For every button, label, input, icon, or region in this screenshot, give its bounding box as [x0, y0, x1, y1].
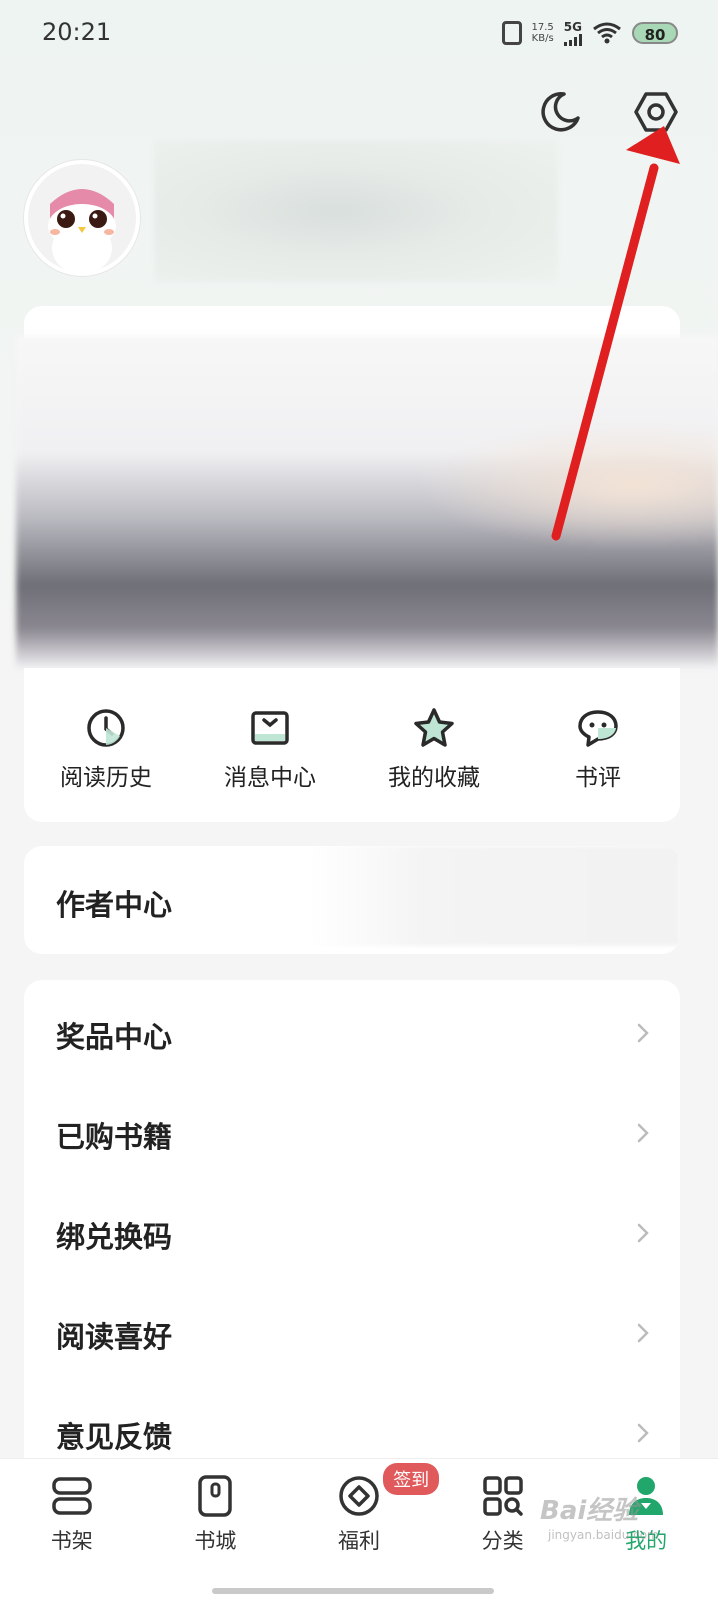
- menu-item-label: 意见反馈: [56, 1420, 173, 1454]
- author-center-blurred: [312, 846, 680, 946]
- author-center-label: 作者中心: [56, 888, 173, 922]
- menu-item-reading-preferences[interactable]: 阅读喜好: [24, 1280, 680, 1380]
- owl-avatar-icon: [28, 164, 136, 272]
- watermark: Bai经验: [540, 1496, 639, 1526]
- moon-icon[interactable]: [536, 88, 584, 136]
- quick-actions: 阅读历史 消息中心 我的收藏 书评: [24, 668, 680, 822]
- bookshelf-icon: [52, 1477, 92, 1515]
- menu-item-label: 已购书籍: [56, 1120, 173, 1154]
- tab-bookstore[interactable]: 书城: [144, 1459, 288, 1600]
- chevron-right-icon: [637, 1223, 649, 1243]
- menu-item-label: 绑兑换码: [56, 1220, 173, 1254]
- status-indicators: 17.5 KB/s 5G 80: [501, 20, 678, 46]
- tab-label: 书架: [50, 1529, 93, 1553]
- chat-bubble-icon: [578, 710, 618, 747]
- quick-action-message-center[interactable]: 消息中心: [188, 668, 352, 822]
- network-type: 5G: [563, 20, 582, 34]
- network-speed-unit: KB/s: [531, 33, 554, 44]
- signal-bars-icon: [563, 34, 582, 46]
- welfare-coin-icon: [339, 1476, 379, 1516]
- chevron-right-icon: [637, 1323, 649, 1343]
- wifi-icon: [593, 22, 621, 44]
- quick-action-label: 书评: [575, 765, 621, 791]
- star-icon: [414, 708, 454, 747]
- vibrate-icon: [501, 21, 522, 45]
- menu-item-purchased-books[interactable]: 已购书籍: [24, 1080, 680, 1180]
- user-info-blurred: [154, 140, 558, 282]
- gear-icon[interactable]: [632, 88, 680, 136]
- home-indicator: [212, 1588, 494, 1594]
- author-center-card[interactable]: 作者中心: [24, 846, 680, 954]
- tab-welfare[interactable]: 福利 签到: [287, 1459, 440, 1600]
- quick-action-label: 我的收藏: [388, 765, 480, 791]
- tab-label: 书城: [194, 1529, 237, 1553]
- battery-indicator: 80: [632, 22, 678, 44]
- chevron-right-icon: [637, 1023, 649, 1043]
- network-speed-value: 17.5: [531, 22, 554, 33]
- menu-item-label: 奖品中心: [56, 1020, 173, 1054]
- menu-item-label: 阅读喜好: [56, 1320, 173, 1354]
- category-grid-icon: [482, 1476, 523, 1516]
- network-speed: 17.5 KB/s: [532, 22, 554, 44]
- quick-action-favorites[interactable]: 我的收藏: [352, 668, 516, 822]
- quick-action-label: 消息中心: [224, 765, 316, 791]
- quick-action-label: 阅读历史: [60, 765, 152, 791]
- chevron-right-icon: [637, 1123, 649, 1143]
- menu-item-redeem-code[interactable]: 绑兑换码: [24, 1180, 680, 1280]
- tab-bookshelf[interactable]: 书架: [0, 1459, 144, 1600]
- clock-icon: [87, 709, 125, 747]
- bookstore-icon: [198, 1475, 233, 1517]
- status-time: 20:21: [42, 18, 112, 46]
- watermark-sub: jingyan.baidu.com: [548, 1528, 659, 1542]
- chevron-right-icon: [637, 1423, 649, 1443]
- menu-list: 奖品中心 已购书籍 绑兑换码 阅读喜好 意见反馈: [24, 980, 680, 1480]
- cellular-signal: 5G: [563, 20, 582, 46]
- quick-action-book-reviews[interactable]: 书评: [516, 668, 680, 822]
- tab-label: 分类: [481, 1529, 524, 1553]
- menu-item-prize-center[interactable]: 奖品中心: [24, 980, 680, 1080]
- quick-action-reading-history[interactable]: 阅读历史: [24, 668, 188, 822]
- mail-icon: [251, 711, 289, 745]
- banner-blurred[interactable]: [16, 336, 718, 668]
- tab-label: 福利: [337, 1529, 380, 1553]
- avatar[interactable]: [24, 160, 140, 276]
- status-bar: 20:21 17.5 KB/s 5G 80: [0, 0, 718, 64]
